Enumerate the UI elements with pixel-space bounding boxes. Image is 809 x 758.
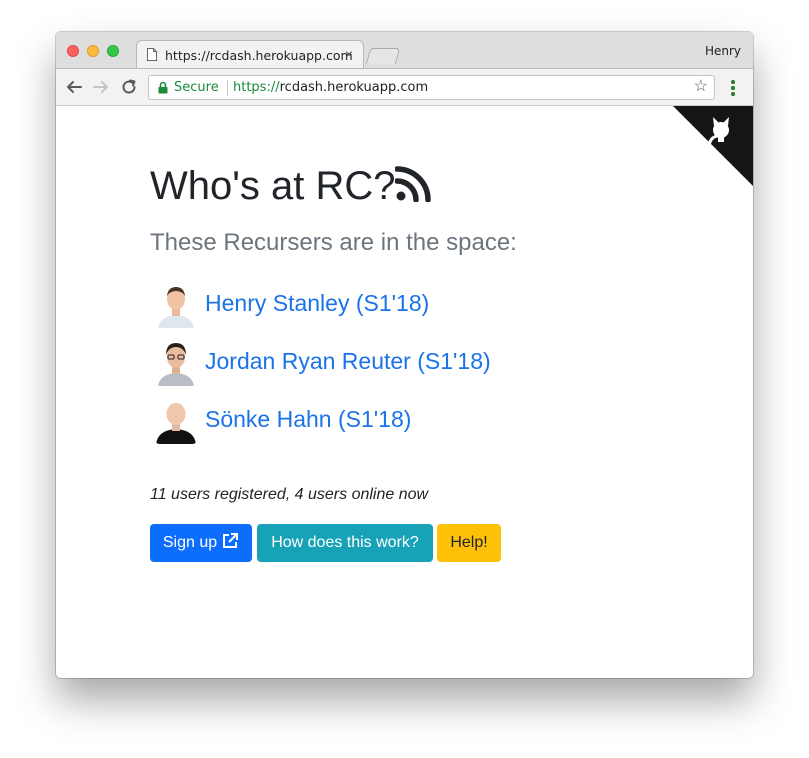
title-bar: https://rcdash.herokuapp.com × Henry xyxy=(56,32,753,69)
forward-arrow-icon[interactable] xyxy=(92,78,110,96)
secure-label: Secure xyxy=(174,80,219,95)
rss-feed-icon[interactable] xyxy=(395,166,431,202)
close-window-button[interactable] xyxy=(67,45,79,57)
external-link-icon xyxy=(223,533,239,548)
github-corner-icon[interactable] xyxy=(673,106,753,186)
url-scheme: https:// xyxy=(233,80,280,95)
minimize-window-button[interactable] xyxy=(87,45,99,57)
page-subtitle: These Recursers are in the space: xyxy=(150,229,517,256)
avatar xyxy=(154,396,198,444)
sign-up-label: Sign up xyxy=(162,534,218,551)
user-item: Henry Stanley (S1'18) xyxy=(150,280,550,328)
reload-icon[interactable] xyxy=(120,78,138,96)
browser-window: https://rcdash.herokuapp.com × Henry Sec… xyxy=(56,32,753,678)
address-divider xyxy=(227,80,228,96)
profile-name[interactable]: Henry xyxy=(705,44,741,58)
user-item: Jordan Ryan Reuter (S1'18) xyxy=(150,338,550,386)
lock-icon xyxy=(158,81,168,94)
page-content: Who's at RC? These Recursers are in the … xyxy=(56,106,753,678)
tab-close-icon[interactable]: × xyxy=(345,47,353,61)
star-icon[interactable]: ☆ xyxy=(694,79,708,95)
browser-toolbar: Secure https://rcdash.herokuapp.com ☆ xyxy=(56,68,753,106)
browser-tab[interactable]: https://rcdash.herokuapp.com × xyxy=(136,40,364,69)
tab-title: https://rcdash.herokuapp.com xyxy=(165,48,353,63)
menu-icon[interactable] xyxy=(731,80,735,96)
user-link[interactable]: Jordan Ryan Reuter (S1'18) xyxy=(205,346,491,376)
url-text[interactable]: https://rcdash.herokuapp.com xyxy=(233,80,428,95)
sign-up-button[interactable]: Sign up xyxy=(150,524,252,562)
new-tab-button[interactable] xyxy=(365,48,401,64)
page-title: Who's at RC? xyxy=(150,164,396,208)
help-button[interactable]: Help! xyxy=(437,524,501,562)
document-icon xyxy=(147,48,157,61)
back-arrow-icon[interactable] xyxy=(65,78,83,96)
user-stats: 11 users registered, 4 users online now xyxy=(150,486,429,503)
user-item: Sönke Hahn (S1'18) xyxy=(150,396,550,444)
avatar xyxy=(154,280,198,328)
url-host: rcdash.herokuapp.com xyxy=(279,80,429,95)
maximize-window-button[interactable] xyxy=(107,45,119,57)
user-link[interactable]: Henry Stanley (S1'18) xyxy=(205,288,429,318)
address-bar[interactable]: Secure https://rcdash.herokuapp.com ☆ xyxy=(148,75,715,100)
how-it-works-button[interactable]: How does this work? xyxy=(257,524,433,562)
avatar xyxy=(154,338,198,386)
user-link[interactable]: Sönke Hahn (S1'18) xyxy=(205,404,411,434)
